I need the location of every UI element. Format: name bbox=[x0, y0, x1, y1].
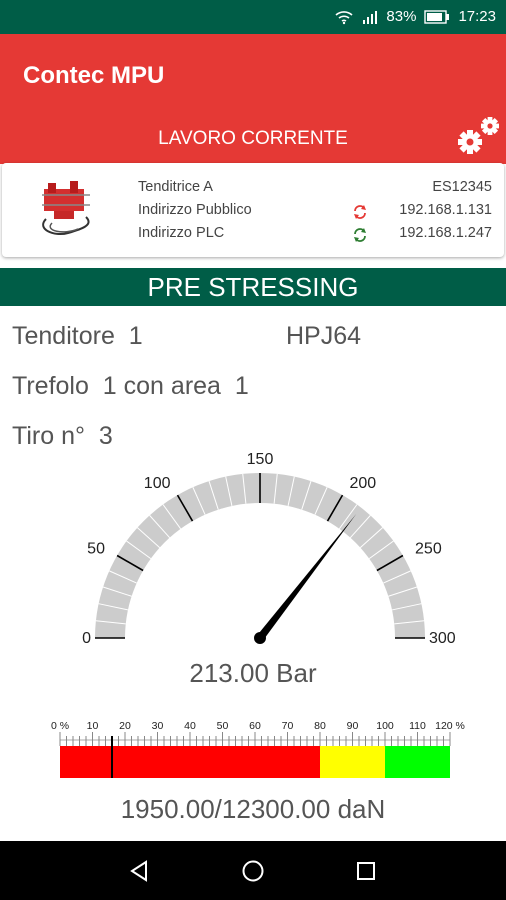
force-tick-label: 70 bbox=[282, 720, 294, 732]
force-tick-label: 40 bbox=[184, 720, 196, 732]
back-icon[interactable] bbox=[128, 859, 152, 883]
battery-icon bbox=[424, 9, 450, 24]
recents-icon[interactable] bbox=[354, 859, 378, 883]
machine-image bbox=[42, 181, 90, 235]
gauge-tick-label: 150 bbox=[247, 451, 274, 468]
row-tenditrice: Tenditrice A ES12345 bbox=[138, 179, 498, 201]
row-public-ip: Indirizzo Pubblico 192.168.1.131 bbox=[138, 202, 498, 224]
gauge-tick-label: 250 bbox=[415, 541, 442, 558]
gauge-tick-label: 200 bbox=[350, 475, 377, 492]
pressure-gauge: 0 50 100 150 200 250 300 bbox=[82, 451, 456, 647]
status-bar: 83% 17:23 bbox=[0, 0, 506, 34]
trefolo-line: Trefolo 1 con area 1 bbox=[12, 372, 249, 401]
force-zone bbox=[385, 746, 450, 778]
area-label: con area bbox=[123, 372, 221, 400]
plc-ip-value: 192.168.1.247 bbox=[399, 225, 492, 241]
settings-gears-icon[interactable] bbox=[456, 114, 504, 162]
force-tick-label: 100 bbox=[376, 720, 394, 732]
gauge-pivot bbox=[254, 632, 266, 644]
tenditore-label: Tenditore bbox=[12, 322, 115, 350]
model-label: HPJ64 bbox=[286, 322, 362, 350]
signal-icon bbox=[363, 10, 378, 24]
tenditore-line: Tenditore 1 bbox=[12, 322, 143, 351]
public-ip-value: 192.168.1.131 bbox=[399, 202, 492, 218]
pressure-readout: 213.00 Bar bbox=[189, 658, 317, 688]
force-tick-label: 0 % bbox=[51, 720, 69, 732]
sync-green-icon[interactable] bbox=[352, 227, 368, 243]
tenditrice-value: ES12345 bbox=[432, 179, 492, 195]
trefolo-value: 1 bbox=[102, 372, 117, 400]
trefolo-label: Trefolo bbox=[12, 372, 89, 400]
gauge-tick-label: 300 bbox=[429, 630, 456, 647]
tenditore-value: 1 bbox=[128, 322, 143, 350]
clock: 17:23 bbox=[458, 8, 496, 25]
status-icons: 83% 17:23 bbox=[334, 8, 496, 25]
force-tick-label: 80 bbox=[314, 720, 326, 732]
force-tick-label: 30 bbox=[152, 720, 164, 732]
force-zone bbox=[320, 746, 385, 778]
navigation-bar bbox=[0, 841, 506, 900]
mode-title: PRE STRESSING bbox=[0, 268, 506, 306]
row-plc-ip: Indirizzo PLC 192.168.1.247 bbox=[138, 225, 498, 247]
sync-red-icon[interactable] bbox=[352, 204, 368, 220]
force-tick-label: 20 bbox=[119, 720, 131, 732]
tiro-label: Tiro n° bbox=[12, 422, 85, 450]
section-title: LAVORO CORRENTE bbox=[158, 128, 348, 149]
area-value: 1 bbox=[234, 372, 249, 400]
wifi-icon bbox=[335, 10, 353, 24]
force-tick-label: 10 bbox=[87, 720, 99, 732]
gauge-tick-label: 100 bbox=[144, 475, 171, 492]
gauge-needle bbox=[254, 513, 357, 644]
force-bar: 0 % 10 20 30 40 50 60 70 80 90 100 110 120 % bbox=[51, 720, 465, 778]
force-tick-label: 110 bbox=[409, 720, 426, 732]
force-readout: 1950.00/12300.00 daN bbox=[120, 794, 386, 824]
public-ip-label: Indirizzo Pubblico bbox=[138, 202, 252, 218]
force-tick-label: 50 bbox=[217, 720, 229, 732]
force-tick-label: 90 bbox=[347, 720, 359, 732]
gauge-tick-label: 50 bbox=[87, 541, 105, 558]
app-bar: Contec MPU LAVORO CORRENTE bbox=[0, 34, 506, 164]
force-tick-label: 120 % bbox=[435, 720, 465, 732]
tenditrice-label: Tenditrice A bbox=[138, 179, 213, 195]
gauge-tick-label: 0 bbox=[82, 630, 91, 647]
tiro-value: 3 bbox=[98, 422, 113, 450]
battery-percent: 83% bbox=[386, 8, 417, 25]
force-tick-label: 60 bbox=[249, 720, 261, 732]
home-icon[interactable] bbox=[241, 859, 265, 883]
tiro-line: Tiro n° 3 bbox=[12, 422, 113, 451]
machine-info-card[interactable]: Tenditrice A ES12345 Indirizzo Pubblico … bbox=[2, 163, 504, 257]
force-zone bbox=[60, 746, 320, 778]
app-title: Contec MPU bbox=[23, 62, 165, 89]
plc-ip-label: Indirizzo PLC bbox=[138, 225, 225, 241]
